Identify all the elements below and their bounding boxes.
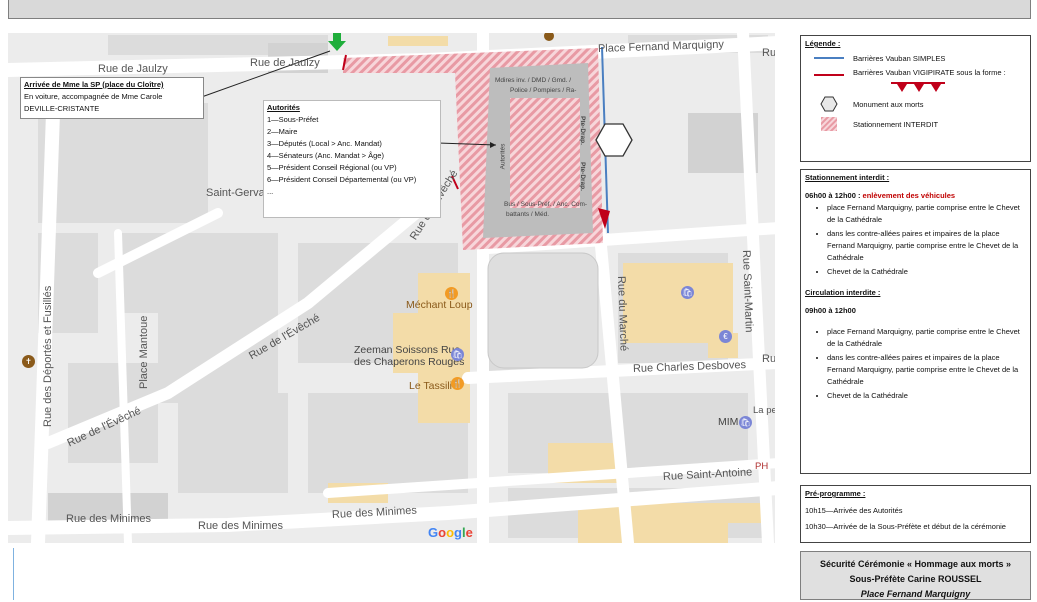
traffic-list: place Fernand Marquigny, partie comprise… bbox=[805, 326, 1026, 402]
zone-label: battants / Méd. bbox=[506, 211, 549, 218]
program-title: Pré-programme : bbox=[805, 489, 866, 498]
poi-label[interactable]: Le Tassili bbox=[409, 380, 452, 392]
list-item: Chevet de la Cathédrale bbox=[827, 266, 1026, 278]
zone-label: Police / Pompiers / Ra- bbox=[510, 87, 577, 94]
street-label: La pe bbox=[753, 405, 775, 416]
legend-panel: Légende : Barrières Vauban SIMPLES Barri… bbox=[800, 35, 1031, 162]
map[interactable]: Rue de Jaulzy Rue de Jaulzy Place Fernan… bbox=[8, 33, 775, 543]
authority-item: 2—Maire bbox=[267, 127, 298, 136]
zone-label: Mdires inv. / DMD / Gmd. / bbox=[495, 77, 572, 84]
shopping-icon[interactable]: 🛍 bbox=[681, 286, 694, 299]
monument-icon bbox=[805, 96, 853, 112]
street-label: Ru bbox=[762, 47, 775, 59]
traffic-title: Circulation interdite : bbox=[805, 288, 881, 297]
street-label: Rue de Jaulzy bbox=[98, 63, 168, 75]
zone-label: Pte-Drap. bbox=[578, 116, 586, 145]
restaurant-icon[interactable]: 🍴 bbox=[451, 377, 464, 390]
shopping-icon[interactable]: 🛍 bbox=[739, 416, 752, 429]
arrival-callout: Arrivée de Mme la SP (place du Cloître) … bbox=[20, 77, 204, 119]
legend-row: Barrières Vauban SIMPLES bbox=[805, 48, 1026, 68]
vigipirate-barrier-icon bbox=[805, 68, 853, 76]
parking-time: 06h00 à 12h00 : bbox=[805, 191, 861, 200]
simple-barrier-icon bbox=[805, 57, 853, 59]
poi-label[interactable]: des Chaperons Rouges bbox=[354, 356, 464, 368]
poi-label[interactable]: MIM bbox=[718, 416, 738, 428]
traffic-time: 09h00 à 12h00 bbox=[805, 306, 856, 315]
church-icon[interactable]: ✝ bbox=[22, 355, 35, 368]
authority-item: 4—Sénateurs (Anc. Mandat > Âge) bbox=[267, 151, 384, 160]
parking-title: Stationnement interdit : bbox=[805, 173, 890, 182]
street-label: PH bbox=[755, 461, 769, 472]
parking-note: enlèvement des véhicules bbox=[862, 191, 956, 200]
zone-label: Autorités bbox=[499, 143, 507, 170]
legend-label: Monument aux morts bbox=[853, 99, 924, 109]
legend-title: Légende : bbox=[805, 39, 841, 48]
zone-label: Bus / Sous-Préf. / Anc. Com- bbox=[504, 201, 588, 208]
authority-item: 5—Président Conseil Régional (ou VP) bbox=[267, 163, 397, 172]
street-label: Ru bbox=[762, 353, 775, 365]
arrival-line: En voiture, accompagnée de Mme Carole bbox=[24, 92, 163, 101]
list-item: dans les contre-allées paires et impaire… bbox=[827, 228, 1026, 264]
header-bar bbox=[8, 0, 1031, 19]
authority-item: 1—Sous-Préfet bbox=[267, 115, 319, 124]
street-label: Rue des Minimes bbox=[198, 520, 283, 532]
poi-label[interactable]: Méchant Loup bbox=[406, 299, 473, 311]
rules-panel: Stationnement interdit : 06h00 à 12h00 :… bbox=[800, 169, 1031, 474]
shopping-icon[interactable]: 🛍 bbox=[451, 348, 464, 361]
restaurant-icon[interactable]: 🍴 bbox=[445, 287, 458, 300]
program-item: 10h30—Arrivée de la Sous-Préfète et débu… bbox=[805, 522, 1006, 531]
program-item: 10h15—Arrivée des Autorités bbox=[805, 506, 903, 515]
list-item: place Fernand Marquigny, partie comprise… bbox=[827, 326, 1026, 350]
authority-item: 3—Députés (Local > Anc. Mandat) bbox=[267, 139, 382, 148]
ceremony-title-box: Sécurité Cérémonie « Hommage aux morts »… bbox=[800, 551, 1031, 600]
parking-list: place Fernand Marquigny, partie comprise… bbox=[805, 202, 1026, 278]
legend-row: Stationnement INTERDIT bbox=[805, 114, 1026, 134]
ceremony-line: Sécurité Cérémonie « Hommage aux morts » bbox=[819, 559, 1012, 569]
street-label: Rue des Minimes bbox=[66, 513, 151, 525]
poi-label[interactable]: Zeeman Soissons Rue bbox=[354, 344, 460, 356]
parking-time-row: 06h00 à 12h00 : enlèvement des véhicules bbox=[805, 191, 1026, 200]
legend-label: Stationnement INTERDIT bbox=[853, 119, 939, 129]
list-item: place Fernand Marquigny, partie comprise… bbox=[827, 202, 1026, 226]
list-item: dans les contre-allées paires et impaire… bbox=[827, 352, 1026, 388]
street-label: Place Mantoue bbox=[138, 315, 150, 389]
bank-icon[interactable]: € bbox=[719, 330, 732, 343]
legend-row: Monument aux morts bbox=[805, 94, 1026, 114]
margin-line bbox=[13, 548, 14, 600]
list-item: Chevet de la Cathédrale bbox=[827, 390, 1026, 402]
authority-item: ... bbox=[267, 187, 274, 196]
legend-label: Barrières Vauban VIGIPIRATE sous la form… bbox=[853, 68, 1006, 77]
no-parking-icon bbox=[805, 117, 853, 131]
arrival-line: DEVILLE-CRISTANTE bbox=[24, 104, 100, 113]
street-label: Rue de Jaulzy bbox=[250, 57, 320, 69]
program-panel: Pré-programme : 10h15—Arrivée des Autori… bbox=[800, 485, 1031, 543]
authorities-callout: Autorités 1—Sous-Préfet 2—Maire 3—Député… bbox=[263, 100, 441, 218]
google-logo: Google bbox=[428, 525, 473, 540]
authorities-title: Autorités bbox=[267, 103, 300, 112]
zone-label: Pte-Drap. bbox=[578, 162, 586, 191]
vigipirate-shape-icon bbox=[891, 82, 945, 92]
legend-row: Barrières Vauban VIGIPIRATE sous la form… bbox=[805, 68, 1026, 94]
authority-item: 6—Président Conseil Départemental (ou VP… bbox=[267, 175, 417, 184]
legend-label: Barrières Vauban SIMPLES bbox=[853, 53, 946, 63]
arrival-title: Arrivée de Mme la SP (place du Cloître) bbox=[24, 80, 164, 89]
ceremony-line: Sous-Préfète Carine ROUSSEL bbox=[849, 574, 982, 584]
street-label: Rue du Marché bbox=[615, 275, 630, 352]
street-label: Rue des Déportés et Fusillés bbox=[42, 285, 54, 427]
